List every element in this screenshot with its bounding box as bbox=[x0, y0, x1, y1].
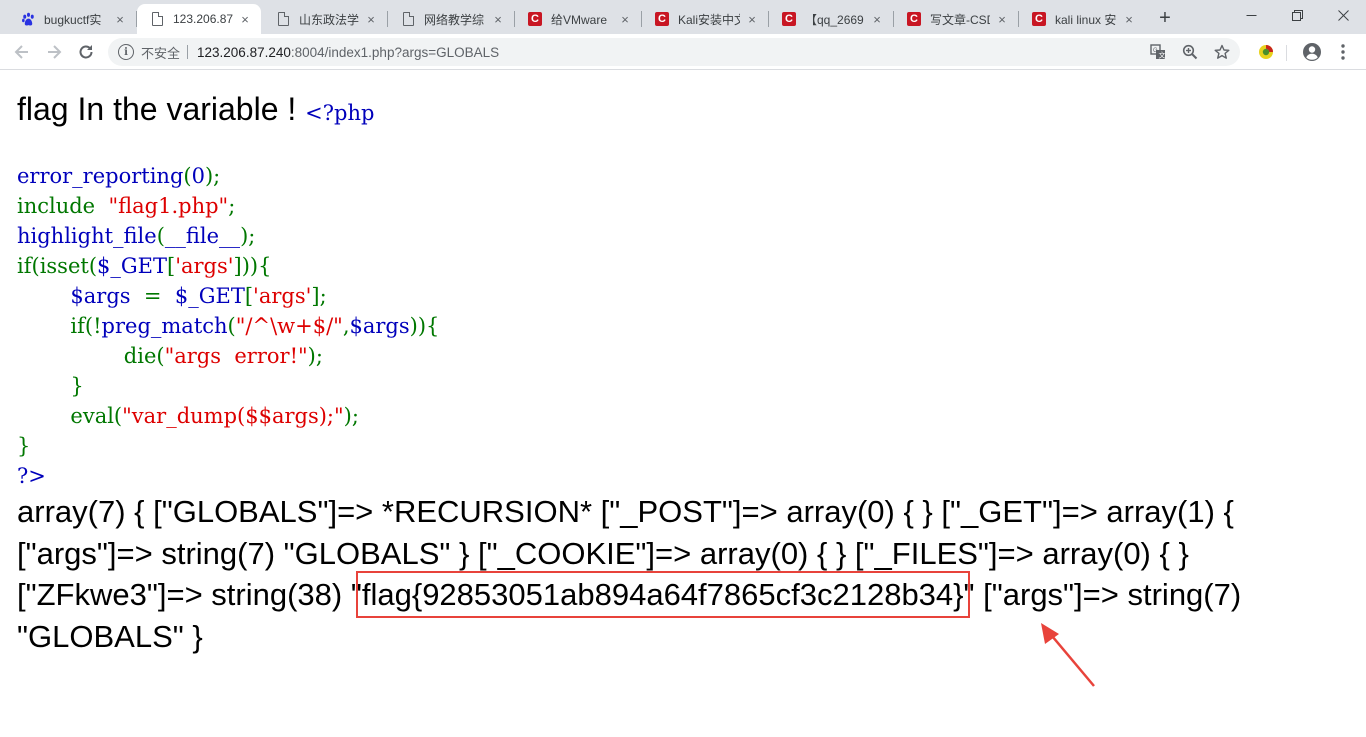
svg-text:G: G bbox=[1153, 48, 1158, 54]
heading-line: flag In the variable ! <?php bbox=[17, 91, 374, 128]
close-tab-icon[interactable]: × bbox=[363, 11, 379, 27]
url-path: :8004/index1.php?args=GLOBALS bbox=[290, 44, 500, 60]
code-line: $args = $_GET['args']; bbox=[70, 284, 327, 308]
close-tab-icon[interactable]: × bbox=[994, 11, 1010, 27]
browser-toolbar: i 不安全 123.206.87.240:8004/index1.php?arg… bbox=[0, 34, 1366, 70]
csdn-icon: C bbox=[527, 11, 543, 27]
tab-title: 123.206.87 bbox=[173, 12, 233, 26]
tab-title: bugkuctf实 bbox=[44, 12, 102, 27]
red-arrow-annotation bbox=[1041, 623, 1095, 687]
new-tab-button[interactable]: + bbox=[1153, 6, 1177, 30]
forward-button[interactable] bbox=[40, 38, 68, 66]
var-dump-output: array(7) { ["GLOBALS"]=> *RECURSION* ["_… bbox=[17, 491, 1357, 657]
arrow-left-icon bbox=[14, 45, 28, 59]
csdn-icon: C bbox=[654, 11, 670, 27]
menu-kebab-icon[interactable] bbox=[1332, 41, 1354, 63]
close-tab-icon[interactable]: × bbox=[744, 11, 760, 27]
close-tab-icon[interactable]: × bbox=[490, 11, 506, 27]
close-tab-icon[interactable]: × bbox=[237, 11, 253, 27]
back-button[interactable] bbox=[8, 38, 36, 66]
tab-title: 给VMware bbox=[551, 12, 608, 27]
tab-strip: bugkuctf实 × 123.206.87 × 山东政法学 × 网络教学综 ×… bbox=[0, 0, 1366, 34]
close-icon bbox=[1337, 9, 1349, 21]
address-divider bbox=[187, 45, 189, 59]
close-tab-icon[interactable]: × bbox=[869, 11, 885, 27]
code-line: die("args error!"); bbox=[17, 344, 323, 368]
reload-button[interactable] bbox=[72, 38, 100, 66]
toolbar-divider bbox=[1286, 45, 1287, 61]
code-line: error_reporting(0); bbox=[17, 164, 221, 188]
tab-title: 网络教学综 bbox=[424, 12, 485, 27]
url-text[interactable]: 123.206.87.240:8004/index1.php?args=GLOB… bbox=[197, 45, 499, 60]
minimize-icon bbox=[1246, 14, 1256, 16]
code-line: } bbox=[17, 374, 84, 398]
code-line: ?> bbox=[17, 464, 46, 488]
arrow-right-icon bbox=[48, 45, 62, 59]
tab-title: 【qq_2669 bbox=[805, 12, 864, 27]
extension-icon[interactable] bbox=[1255, 41, 1277, 63]
csdn-icon: C bbox=[906, 11, 922, 27]
code-line: eval("var_dump($$args);"); bbox=[17, 404, 359, 428]
flag-value-highlight: flag{92853051ab894a64f7865cf3c2128b34} bbox=[355, 571, 970, 618]
page-heading: flag In the variable ! bbox=[17, 91, 306, 127]
tab-active-page[interactable]: 123.206.87 × bbox=[137, 4, 261, 34]
code-line: if(isset($_GET['args'])){ bbox=[17, 254, 272, 278]
code-line: } bbox=[17, 434, 31, 458]
tab-title: Kali安装中文 bbox=[678, 12, 740, 27]
restore-icon bbox=[1291, 9, 1303, 21]
document-icon bbox=[400, 11, 416, 27]
code-line: highlight_file(__file__); bbox=[17, 224, 256, 248]
tab-shandong[interactable]: 山东政法学 × bbox=[263, 4, 387, 34]
tab-vmware[interactable]: C 给VMware × bbox=[515, 4, 641, 34]
address-bar[interactable]: i 不安全 123.206.87.240:8004/index1.php?arg… bbox=[108, 38, 1240, 66]
tab-bugkuctf[interactable]: bugkuctf实 × bbox=[8, 4, 136, 34]
bookmark-star-icon[interactable] bbox=[1214, 44, 1230, 60]
security-label[interactable]: 不安全 bbox=[141, 43, 180, 62]
url-host: 123.206.87.240 bbox=[197, 44, 291, 60]
document-icon bbox=[149, 11, 165, 27]
translate-icon[interactable]: G 文 bbox=[1150, 44, 1166, 60]
tab-qq[interactable]: C 【qq_2669 × bbox=[769, 4, 893, 34]
tab-write-article[interactable]: C 写文章-CSD × bbox=[894, 4, 1018, 34]
csdn-icon: C bbox=[1031, 11, 1047, 27]
zoom-icon[interactable] bbox=[1182, 44, 1198, 60]
csdn-icon: C bbox=[781, 11, 797, 27]
reload-icon bbox=[79, 45, 93, 59]
info-icon[interactable]: i bbox=[118, 44, 134, 60]
baidu-paw-icon bbox=[20, 11, 36, 27]
code-line: include "flag1.php"; bbox=[17, 194, 236, 218]
tab-wangluo[interactable]: 网络教学综 × bbox=[388, 4, 514, 34]
tab-title: kali linux 安 bbox=[1055, 12, 1117, 27]
close-tab-icon[interactable]: × bbox=[1121, 11, 1137, 27]
close-window-button[interactable] bbox=[1320, 0, 1366, 30]
tab-kali-linux[interactable]: C kali linux 安 × bbox=[1019, 4, 1145, 34]
tab-title: 写文章-CSD bbox=[930, 12, 990, 27]
restore-button[interactable] bbox=[1274, 0, 1320, 30]
profile-icon[interactable] bbox=[1301, 41, 1323, 63]
tab-title: 山东政法学 bbox=[299, 12, 359, 27]
code-line: if(!preg_match("/^\w+$/",$args)){ bbox=[17, 314, 440, 338]
php-open-tag: <?php bbox=[305, 101, 375, 125]
close-tab-icon[interactable]: × bbox=[617, 11, 633, 27]
tab-kali-install[interactable]: C Kali安装中文 × bbox=[642, 4, 768, 34]
php-source-code: error_reporting(0); include "flag1.php";… bbox=[17, 161, 439, 491]
page-content: flag In the variable ! <?php error_repor… bbox=[0, 71, 1366, 737]
svg-text:文: 文 bbox=[1159, 51, 1166, 60]
close-tab-icon[interactable]: × bbox=[112, 11, 128, 27]
document-icon bbox=[275, 11, 291, 27]
minimize-button[interactable] bbox=[1228, 0, 1274, 30]
